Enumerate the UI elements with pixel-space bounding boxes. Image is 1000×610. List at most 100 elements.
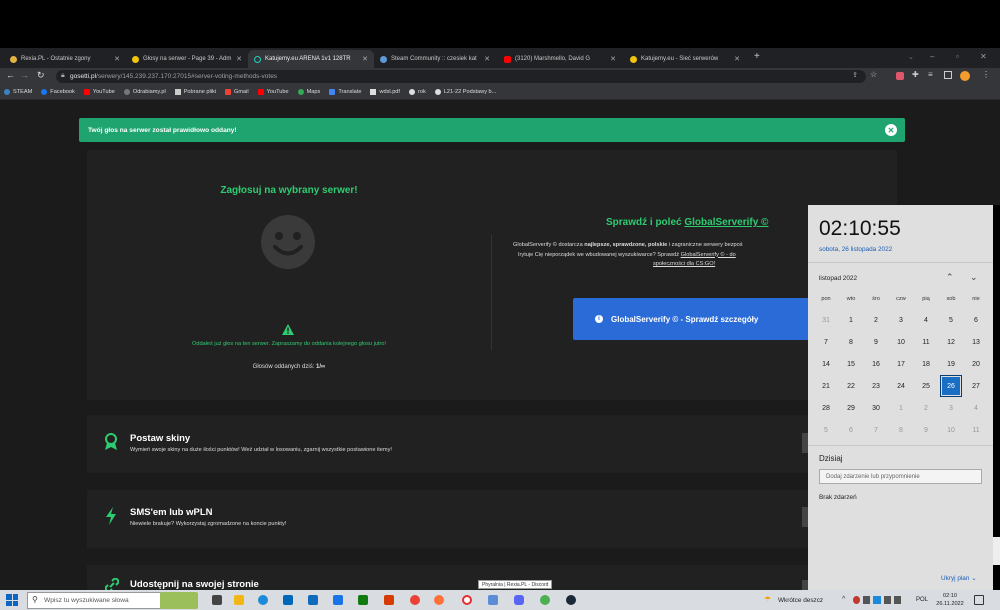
close-icon[interactable]: ✕ bbox=[610, 55, 616, 63]
bookmark-item[interactable]: Pobrane pliki bbox=[174, 89, 216, 95]
promo-title-link[interactable]: GlobalServerify © bbox=[684, 217, 768, 228]
calendar-day[interactable]: 14 bbox=[817, 355, 835, 373]
bookmark-item[interactable]: Gmail bbox=[225, 89, 249, 95]
bookmark-item[interactable]: Odrabiamy.pl bbox=[123, 89, 166, 95]
hide-plan-link[interactable]: Ukryj plan ⌄ bbox=[941, 574, 977, 582]
calendar-day[interactable]: 3 bbox=[892, 311, 910, 329]
close-icon[interactable]: ✕ bbox=[484, 55, 490, 63]
side-panel-icon[interactable] bbox=[944, 71, 952, 79]
bookmark-item[interactable]: Translate bbox=[329, 89, 361, 95]
chrome-profile-icon[interactable] bbox=[540, 595, 550, 605]
reload-icon[interactable]: ↻ bbox=[37, 70, 45, 81]
office-icon[interactable] bbox=[384, 595, 394, 605]
calendar-day[interactable]: 24 bbox=[892, 377, 910, 395]
calendar-day[interactable]: 18 bbox=[917, 355, 935, 373]
calendar-day[interactable]: 10 bbox=[942, 421, 960, 439]
new-tab-button[interactable]: + bbox=[754, 51, 760, 62]
weather-text[interactable]: Wkrótce deszcz bbox=[778, 597, 823, 604]
calendar-day[interactable]: 6 bbox=[842, 421, 860, 439]
discord-icon[interactable] bbox=[514, 595, 524, 605]
close-icon[interactable]: ✕ bbox=[885, 124, 897, 136]
url-bar[interactable]: 🔒︎ gosetti.pl/serwery/145.239.237.170:27… bbox=[56, 70, 866, 83]
calendar-day[interactable]: 11 bbox=[917, 333, 935, 351]
calendar-day[interactable]: 27 bbox=[967, 377, 985, 395]
bookmark-item[interactable]: Maps bbox=[297, 89, 320, 95]
calendar-day[interactable]: 23 bbox=[867, 377, 885, 395]
windows-start-icon[interactable] bbox=[6, 594, 18, 606]
calendar-month[interactable]: listopad 2022 bbox=[819, 275, 857, 282]
store-icon[interactable] bbox=[283, 595, 293, 605]
firefox-icon[interactable] bbox=[434, 595, 444, 605]
bookmark-item[interactable]: rok bbox=[408, 89, 426, 95]
puzzle-icon[interactable]: ✚ bbox=[912, 70, 919, 79]
menu-icon[interactable]: ⋮ bbox=[982, 70, 990, 79]
close-icon[interactable]: ✕ bbox=[114, 55, 120, 63]
maximize-icon[interactable]: ▫ bbox=[956, 52, 959, 61]
tray-chevron-icon[interactable]: ^ bbox=[842, 596, 845, 603]
calendar-day[interactable]: 10 bbox=[892, 333, 910, 351]
chrome-icon[interactable] bbox=[410, 595, 420, 605]
tab-4[interactable]: (3120) Marshmello, David G ✕ bbox=[498, 50, 622, 68]
notification-icon[interactable] bbox=[974, 595, 984, 605]
calendar-day[interactable]: 8 bbox=[892, 421, 910, 439]
calendar-day[interactable]: 25 bbox=[917, 377, 935, 395]
tab-1[interactable]: Głosy na serwer - Page 39 - Adm ✕ bbox=[126, 50, 248, 68]
bookmark-item[interactable]: Facebook bbox=[41, 89, 75, 95]
calendar-day[interactable]: 21 bbox=[817, 377, 835, 395]
tab-2[interactable]: Katujemy.eu ARENA 1v1 128TR ✕ bbox=[248, 50, 374, 68]
calendar-day[interactable]: 29 bbox=[842, 399, 860, 417]
reading-list-icon[interactable]: ≡ bbox=[928, 70, 933, 79]
app-icon[interactable] bbox=[488, 595, 498, 605]
clock-date[interactable]: sobota, 26 listopada 2022 bbox=[819, 246, 892, 253]
calendar-day[interactable]: 31 bbox=[817, 311, 835, 329]
avatar[interactable] bbox=[960, 71, 970, 81]
calendar-day[interactable]: 8 bbox=[842, 333, 860, 351]
calendar-day[interactable]: 7 bbox=[867, 421, 885, 439]
close-icon[interactable]: ✕ bbox=[236, 55, 242, 63]
bookmark-item[interactable]: YouTube bbox=[83, 89, 115, 95]
taskbar-search-input[interactable]: ⚲ Wpisz tu wyszukiwane słowa bbox=[27, 592, 177, 609]
chevron-up-icon[interactable]: ⌃ bbox=[946, 272, 954, 283]
tab-5[interactable]: Katujemy.eu - Sieć serwerów ✕ bbox=[624, 50, 746, 68]
calendar-day[interactable]: 12 bbox=[942, 333, 960, 351]
bookmark-star-icon[interactable]: ☆ bbox=[870, 70, 877, 79]
calendar-day[interactable]: 11 bbox=[967, 421, 985, 439]
calendar-day[interactable]: 6 bbox=[967, 311, 985, 329]
calendar-day[interactable]: 19 bbox=[942, 355, 960, 373]
back-icon[interactable]: ← bbox=[6, 70, 15, 80]
tab-0[interactable]: Rexia.PL - Ostatnie zgony ✕ bbox=[4, 50, 126, 68]
bookmark-item[interactable]: YouTube bbox=[257, 89, 289, 95]
file-explorer-icon[interactable] bbox=[234, 595, 244, 605]
bookmark-item[interactable]: STEAM bbox=[4, 89, 32, 95]
calendar-day[interactable]: 2 bbox=[867, 311, 885, 329]
calendar-day[interactable]: 1 bbox=[842, 311, 860, 329]
calendar-day[interactable]: 2 bbox=[917, 399, 935, 417]
bookmark-item[interactable]: L21-22 Podstawy b... bbox=[434, 89, 496, 95]
extension-icon[interactable] bbox=[896, 72, 904, 80]
calendar-day[interactable]: 4 bbox=[917, 311, 935, 329]
calendar-day[interactable]: 22 bbox=[842, 377, 860, 395]
calendar-day[interactable]: 4 bbox=[967, 399, 985, 417]
calendar-day[interactable]: 16 bbox=[867, 355, 885, 373]
task-view-icon[interactable] bbox=[212, 595, 222, 605]
calendar-day[interactable]: 7 bbox=[817, 333, 835, 351]
mail-icon[interactable] bbox=[308, 595, 318, 605]
promo-link[interactable]: GlobalServerify © - do bbox=[681, 252, 736, 258]
calendar-day[interactable]: 26 bbox=[940, 375, 962, 397]
calendar-day[interactable]: 5 bbox=[942, 311, 960, 329]
calendar-day[interactable]: 1 bbox=[892, 399, 910, 417]
promo-details-button[interactable]: i GlobalServerify © - Sprawdź szczegóły bbox=[573, 298, 808, 340]
minimize-icon[interactable]: – bbox=[930, 52, 934, 61]
tab-search-icon[interactable]: ⌄ bbox=[908, 53, 914, 61]
calendar-day[interactable]: 13 bbox=[967, 333, 985, 351]
edge-icon[interactable] bbox=[258, 595, 268, 605]
window-close-icon[interactable]: ✕ bbox=[980, 52, 987, 61]
steam-icon[interactable] bbox=[566, 595, 576, 605]
calendar-day[interactable]: 3 bbox=[942, 399, 960, 417]
calendar-day[interactable]: 9 bbox=[917, 421, 935, 439]
share-icon[interactable]: ⇪ bbox=[852, 71, 858, 79]
tab-3[interactable]: Steam Community :: czesiek kat ✕ bbox=[374, 50, 496, 68]
calendar-day[interactable]: 30 bbox=[867, 399, 885, 417]
close-icon[interactable]: ✕ bbox=[734, 55, 740, 63]
opera-icon[interactable] bbox=[462, 595, 472, 605]
